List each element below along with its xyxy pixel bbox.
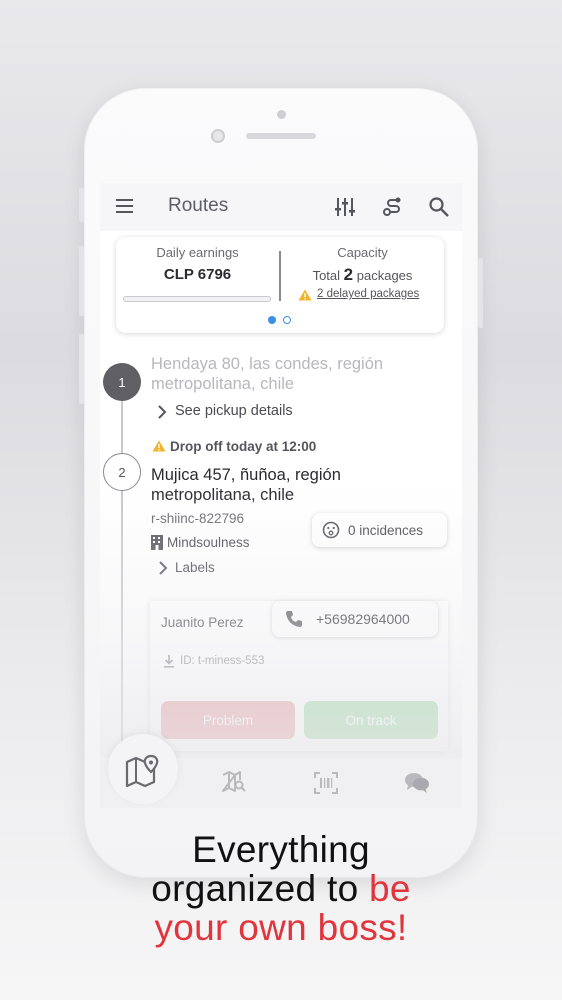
- stop-number-badge: 1: [103, 363, 141, 401]
- earnings-progress-bar: [123, 296, 271, 302]
- call-button[interactable]: +56982964000: [272, 601, 438, 637]
- tagline-line-3: your own boss!: [154, 907, 408, 948]
- map-pin-icon[interactable]: [125, 754, 161, 788]
- route-timeline: [121, 368, 123, 758]
- chevron-right-icon: [158, 405, 167, 419]
- side-button: [79, 334, 84, 404]
- stop-number-badge: 2: [103, 453, 141, 491]
- dropoff-warning: Drop off today at 12:00: [170, 439, 317, 454]
- filter-sliders-icon[interactable]: [333, 195, 357, 219]
- phone-camera: [211, 129, 225, 143]
- building-icon: [151, 535, 163, 550]
- menu-icon[interactable]: [115, 198, 135, 214]
- side-button: [478, 258, 483, 328]
- contact-name: Juanito Perez: [161, 615, 244, 630]
- tagline-text: organized to: [151, 868, 370, 909]
- problem-button[interactable]: Problem: [161, 701, 295, 739]
- delivery-panel: Juanito Perez +56982964000 ID: t-miness-…: [150, 601, 448, 751]
- capacity-suffix: packages: [356, 268, 413, 283]
- stop-address: Hendaya 80, las condes, región metropoli…: [151, 355, 384, 393]
- phone-icon: [286, 611, 302, 627]
- delayed-packages-link[interactable]: 2 delayed packages: [317, 288, 419, 300]
- stop-address: Mujica 457, ñuñoa, región metropolitana,…: [151, 466, 341, 504]
- chevron-right-icon: [159, 561, 168, 575]
- route-code: r-shiinc-822796: [151, 511, 245, 526]
- incidences-label: 0 incidences: [348, 522, 424, 538]
- pickup-details-link[interactable]: See pickup details: [175, 403, 293, 419]
- tagline-highlight: be: [369, 868, 411, 909]
- barcode-scan-icon[interactable]: [314, 772, 338, 794]
- face-icon: [322, 521, 340, 539]
- capacity-label: Capacity: [337, 245, 388, 260]
- tagline-line-1: Everything: [192, 829, 370, 870]
- warning-icon: [298, 289, 312, 301]
- ontrack-button[interactable]: On track: [304, 701, 438, 739]
- app-screen: Routes Daily earnings CLP 6796 Capacity …: [100, 183, 462, 758]
- labels-link[interactable]: Labels: [175, 560, 215, 575]
- earnings-value: CLP 6796: [163, 266, 232, 283]
- side-button: [79, 246, 84, 316]
- earnings-label: Daily earnings: [156, 245, 239, 260]
- download-icon: [164, 655, 174, 668]
- chat-icon[interactable]: [404, 771, 430, 795]
- page-dot-active[interactable]: [268, 316, 276, 324]
- package-id: ID: t-miness-553: [180, 655, 265, 667]
- map-search-icon[interactable]: [222, 771, 246, 793]
- app-bar: Routes: [100, 183, 462, 231]
- phone-speaker: [246, 133, 316, 139]
- phone-number: +56982964000: [316, 611, 410, 627]
- phone-sensor: [277, 110, 286, 119]
- incidences-button[interactable]: 0 incidences: [312, 513, 447, 547]
- search-icon[interactable]: [428, 196, 450, 218]
- route-icon[interactable]: [381, 195, 405, 219]
- company-name: Mindsoulness: [167, 535, 250, 550]
- page-dot[interactable]: [283, 316, 291, 324]
- capacity-count: 2: [343, 265, 354, 284]
- side-button: [79, 188, 84, 222]
- warning-icon: [152, 440, 166, 452]
- tagline-line-2: organized to be: [0, 869, 562, 908]
- page-title: Routes: [168, 195, 229, 216]
- summary-card[interactable]: Daily earnings CLP 6796 Capacity Total 2…: [116, 237, 444, 333]
- capacity-prefix: Total: [312, 268, 341, 283]
- capacity-text: Total 2 packages: [281, 265, 444, 285]
